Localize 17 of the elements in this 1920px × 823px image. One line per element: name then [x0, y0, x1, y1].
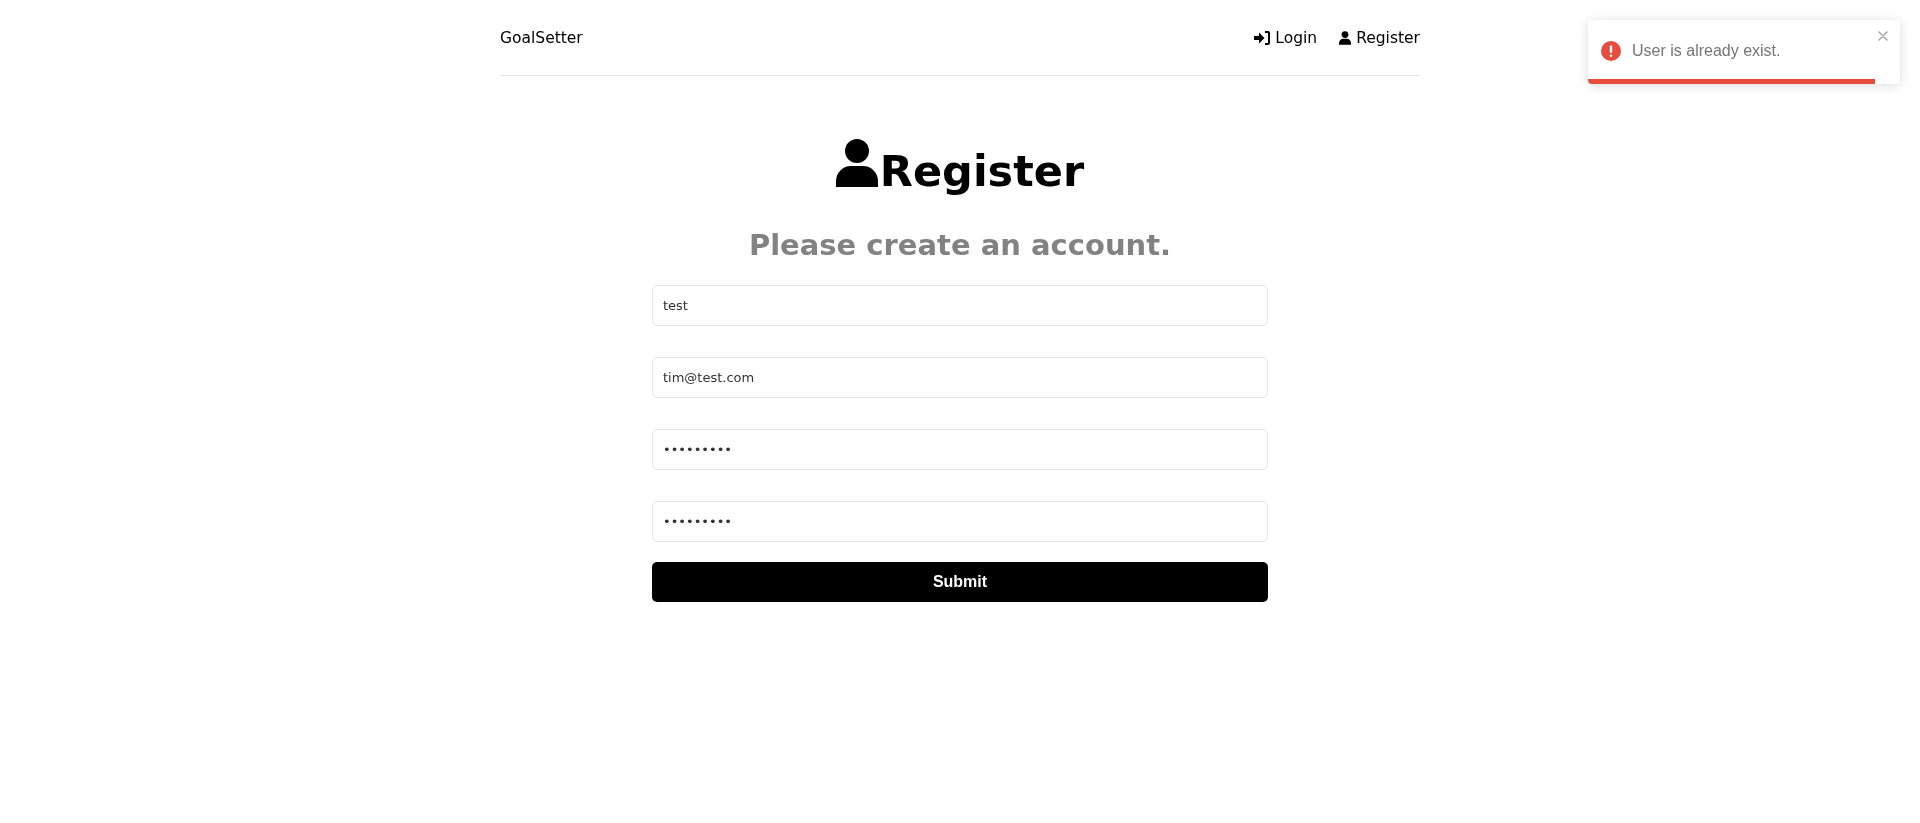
- toast-message: User is already exist.: [1632, 42, 1781, 60]
- user-icon: [835, 139, 878, 187]
- user-icon: [1339, 30, 1352, 45]
- sign-in-icon: [1254, 30, 1271, 45]
- exclamation-icon: [1601, 41, 1621, 61]
- input-field[interactable]: •••••••••: [652, 429, 1268, 470]
- brand-name: GoalSetter: [500, 28, 583, 47]
- input-field[interactable]: tim@test.com: [652, 357, 1268, 398]
- close-icon: [1878, 31, 1888, 41]
- input-field[interactable]: test: [652, 285, 1268, 326]
- page-title: Register: [879, 146, 1085, 196]
- close-button[interactable]: [1876, 29, 1890, 43]
- input-field[interactable]: •••••••••: [652, 501, 1268, 542]
- login-link[interactable]: Login: [1254, 28, 1318, 47]
- submit-button[interactable]: Submit: [652, 562, 1268, 602]
- register-link[interactable]: Register: [1339, 28, 1420, 47]
- page-subtitle: Please create an account.: [748, 227, 1172, 263]
